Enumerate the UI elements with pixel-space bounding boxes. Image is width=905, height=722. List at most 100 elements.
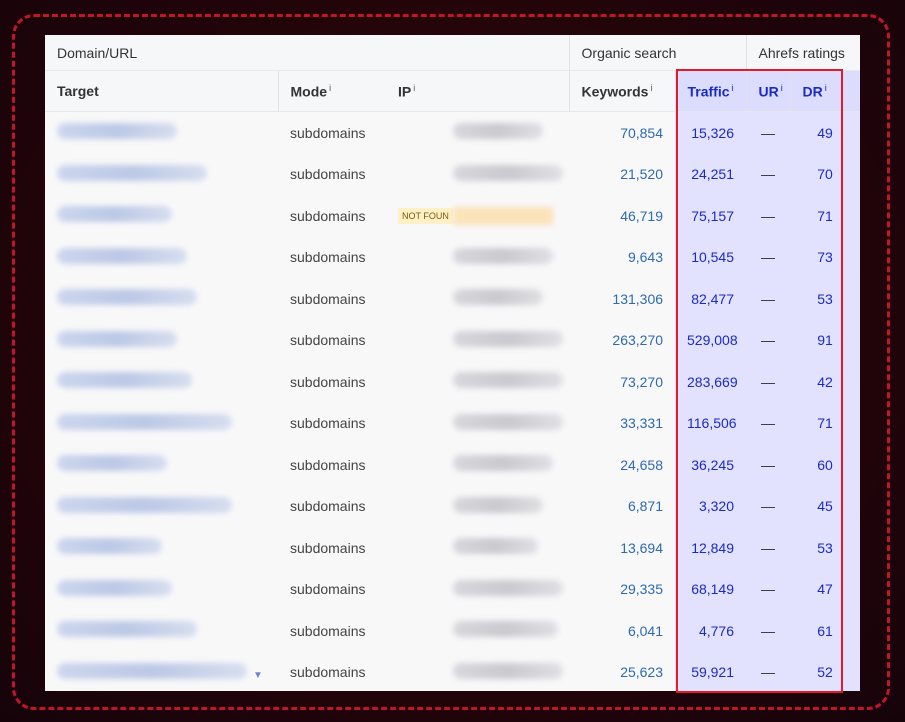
redacted-ip <box>453 496 543 513</box>
dr-cell: 60 <box>790 444 860 486</box>
redacted-target-url[interactable] <box>57 123 177 140</box>
table-row: subdomains 9,643 10,545—73 <box>45 236 860 279</box>
mode-cell: subdomains <box>290 664 366 681</box>
traffic-cell[interactable]: 15,326 <box>675 111 747 154</box>
caret-down-icon[interactable]: ▼ <box>253 670 263 681</box>
traffic-cell[interactable]: 116,506 <box>675 402 747 444</box>
column-header-ip[interactable]: IP i <box>386 70 570 112</box>
redacted-target-url[interactable] <box>57 247 187 264</box>
redacted-target-url[interactable] <box>57 579 172 596</box>
traffic-cell[interactable]: 24,251 <box>675 153 747 195</box>
keywords-cell[interactable]: 21,520 <box>569 154 675 196</box>
redacted-target-url[interactable] <box>57 372 192 389</box>
traffic-cell[interactable]: 4,776 <box>675 610 747 652</box>
target-cell[interactable] <box>45 361 278 403</box>
redacted-target-url[interactable] <box>57 455 167 472</box>
target-cell[interactable] <box>45 569 278 611</box>
mode-cell: subdomains <box>290 498 366 515</box>
mode-cell: subdomains <box>290 124 366 141</box>
target-cell[interactable] <box>45 112 278 154</box>
target-cell[interactable]: ▼ <box>45 652 278 692</box>
traffic-cell[interactable]: 68,149 <box>675 568 747 610</box>
ip-cell <box>386 610 569 652</box>
target-cell[interactable] <box>45 320 278 362</box>
column-header-target[interactable]: Target <box>45 70 278 112</box>
column-header-keywords[interactable]: Keywords i <box>568 70 676 112</box>
traffic-cell[interactable]: 82,477 <box>675 278 747 320</box>
dr-cell: 73 <box>790 236 860 278</box>
traffic-cell[interactable]: 529,008 <box>675 319 747 361</box>
redacted-target-url[interactable] <box>57 206 172 223</box>
redacted-target-url[interactable] <box>57 289 197 306</box>
redacted-target-url[interactable] <box>57 621 197 638</box>
dr-cell: 70 <box>790 153 860 195</box>
target-cell[interactable] <box>45 610 278 652</box>
traffic-cell[interactable]: 283,669 <box>675 361 747 403</box>
info-icon[interactable]: i <box>329 83 331 93</box>
dr-cell: 47 <box>790 568 860 610</box>
mode-cell: subdomains <box>290 622 366 639</box>
traffic-cell[interactable]: 59,921 <box>675 651 747 691</box>
ip-cell <box>386 652 569 692</box>
group-header-ratings: Ahrefs ratings <box>745 35 860 71</box>
ur-cell: — <box>746 361 791 403</box>
group-header-organic: Organic search <box>568 35 747 71</box>
info-icon[interactable]: i <box>781 83 783 93</box>
target-cell[interactable] <box>45 195 278 237</box>
redacted-ip <box>453 621 558 638</box>
keywords-cell[interactable]: 9,643 <box>569 237 675 279</box>
target-cell[interactable] <box>45 486 278 528</box>
redacted-ip <box>453 579 563 596</box>
info-icon[interactable]: i <box>413 83 415 93</box>
redacted-ip <box>452 206 553 225</box>
traffic-cell[interactable]: 10,545 <box>675 236 747 278</box>
not-found-badge: NOT FOUN <box>398 207 453 224</box>
ur-cell: — <box>746 319 791 361</box>
target-cell[interactable] <box>45 403 278 445</box>
target-cell[interactable] <box>45 278 278 320</box>
target-cell[interactable] <box>45 154 278 196</box>
keywords-cell[interactable]: 29,335 <box>569 569 675 611</box>
column-header-dr[interactable]: DR i <box>789 70 860 112</box>
mode-cell: subdomains <box>290 415 366 432</box>
keywords-cell[interactable]: 73,270 <box>569 361 675 403</box>
dr-cell: 91 <box>790 319 860 361</box>
traffic-cell[interactable]: 3,320 <box>675 485 747 527</box>
traffic-cell[interactable]: 75,157 <box>675 195 747 237</box>
ur-cell: — <box>746 651 791 691</box>
target-cell[interactable] <box>45 444 278 486</box>
keywords-cell[interactable]: 24,658 <box>569 444 675 486</box>
redacted-target-url[interactable] <box>57 413 232 430</box>
ip-cell <box>386 278 569 320</box>
column-header-ur[interactable]: UR i <box>745 70 791 112</box>
dr-cell: 71 <box>790 195 860 237</box>
table-row: subdomains 13,694 12,849—53 <box>45 527 860 569</box>
traffic-cell[interactable]: 36,245 <box>675 444 747 486</box>
keywords-cell[interactable]: 6,871 <box>569 486 675 528</box>
keywords-cell[interactable]: 263,270 <box>569 320 675 362</box>
redacted-target-url[interactable] <box>57 496 232 513</box>
target-cell[interactable] <box>45 237 278 279</box>
info-icon[interactable]: i <box>650 83 652 93</box>
redacted-target-url[interactable] <box>57 330 177 347</box>
column-header-traffic[interactable]: Traffic i <box>675 70 747 112</box>
keywords-cell[interactable]: 70,854 <box>569 112 675 154</box>
ip-not-found: NOT FOUN <box>398 206 557 225</box>
table-row: subdomains 6,041 4,776—61 <box>45 610 860 652</box>
keywords-cell[interactable]: 13,694 <box>569 527 675 569</box>
column-header-mode[interactable]: Mode i <box>277 70 386 112</box>
keywords-cell[interactable]: 6,041 <box>569 610 675 652</box>
keywords-cell[interactable]: 131,306 <box>569 278 675 320</box>
mode-cell: subdomains <box>290 373 366 390</box>
info-icon[interactable]: i <box>732 83 734 93</box>
info-icon[interactable]: i <box>825 83 827 93</box>
redacted-target-url[interactable] <box>57 164 207 181</box>
target-cell[interactable] <box>45 527 278 569</box>
keywords-cell[interactable]: 25,623 <box>569 652 675 692</box>
keywords-cell[interactable]: 33,331 <box>569 403 675 445</box>
ahrefs-batch-table: Domain/URL Organic search Ahrefs ratings… <box>45 35 860 691</box>
keywords-cell[interactable]: 46,719 <box>569 195 675 237</box>
redacted-target-url[interactable] <box>57 662 247 679</box>
redacted-target-url[interactable] <box>57 538 162 555</box>
traffic-cell[interactable]: 12,849 <box>675 527 747 569</box>
